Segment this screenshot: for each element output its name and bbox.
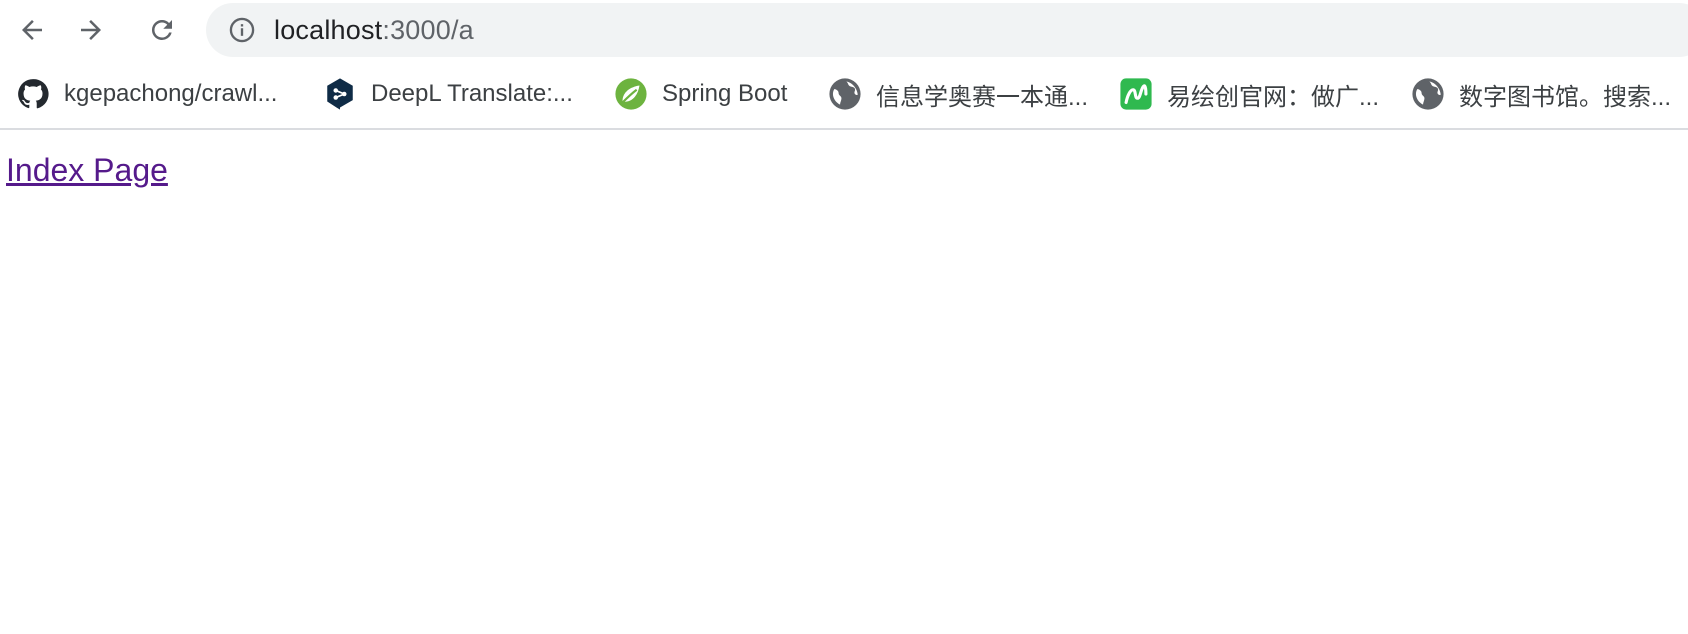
back-arrow-icon	[22, 20, 42, 40]
bookmark-label: Spring Boot	[662, 80, 788, 107]
url-text[interactable]: localhost:3000/a	[274, 3, 474, 57]
browser-toolbar: localhost:3000/a	[0, 0, 1688, 60]
bookmark-github[interactable]: kgepachong/crawl...	[16, 70, 277, 118]
url-host: localhost	[274, 14, 383, 45]
globe-icon	[828, 77, 862, 111]
bookmark-label: 信息学奥赛一本通...	[876, 83, 1089, 111]
reload-icon	[151, 19, 172, 40]
bookmark-label: kgepachong/crawl...	[64, 80, 278, 107]
bookmark-yihuichuang[interactable]: 易绘创官网：做广...	[1119, 70, 1379, 118]
address-bar[interactable]: localhost:3000/a	[206, 3, 1688, 57]
globe-icon	[1411, 77, 1445, 111]
bookmark-ybt[interactable]: 信息学奥赛一本通...	[828, 70, 1088, 118]
forward-button[interactable]	[72, 11, 110, 49]
spring-leaf-icon	[614, 77, 648, 111]
bookmark-digital-library[interactable]: 数字图书馆。搜索...	[1411, 70, 1671, 118]
page-content: Index Page	[0, 132, 1688, 634]
deepl-icon	[323, 77, 357, 111]
bookmark-label: 易绘创官网：做广...	[1167, 83, 1380, 111]
forward-arrow-icon	[81, 20, 101, 40]
url-path: :3000/a	[382, 14, 474, 45]
bookmark-deepl[interactable]: DeepL Translate:...	[323, 70, 573, 118]
index-page-link[interactable]: Index Page	[6, 152, 168, 189]
bookmark-label: DeepL Translate:...	[371, 80, 573, 107]
info-icon[interactable]	[228, 16, 256, 44]
github-icon	[16, 77, 50, 111]
bookmark-spring-boot[interactable]: Spring Boot	[614, 70, 787, 118]
bookmarks-bar: kgepachong/crawl... DeepL Translate:... …	[0, 60, 1688, 130]
back-button[interactable]	[13, 11, 51, 49]
green-app-icon	[1119, 77, 1153, 111]
bookmark-label: 数字图书馆。搜索...	[1459, 83, 1672, 111]
reload-button[interactable]	[143, 11, 181, 49]
